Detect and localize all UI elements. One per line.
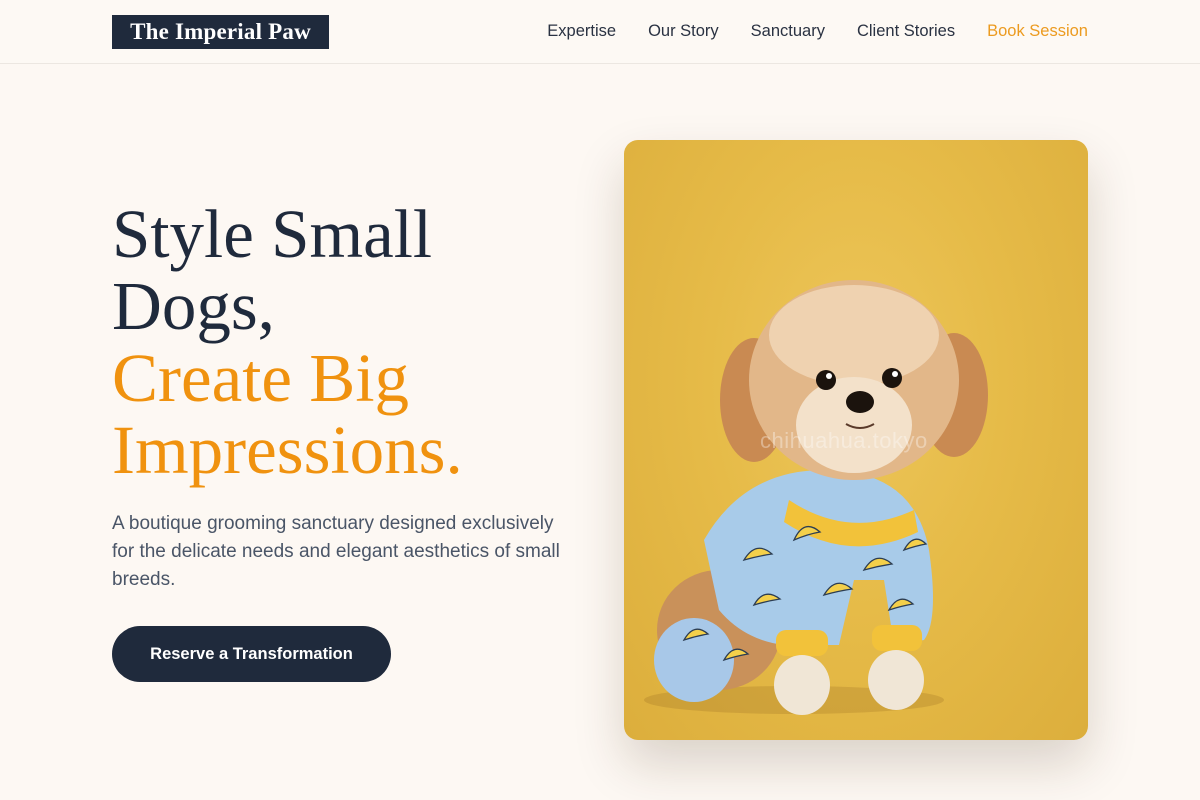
image-watermark: chihuahua.tokyo	[760, 428, 928, 453]
headline-accent-line: Create Big	[112, 340, 409, 416]
headline-line: Dogs,	[112, 268, 275, 344]
hero-dog-image: chihuahua.tokyo	[624, 140, 1088, 740]
nav-link-book-session[interactable]: Book Session	[987, 22, 1088, 41]
nav-link-expertise[interactable]: Expertise	[547, 22, 616, 41]
nav-link-our-story[interactable]: Our Story	[648, 22, 719, 41]
headline-accent-line: Impressions.	[112, 412, 463, 488]
logo[interactable]: The Imperial Paw	[112, 15, 329, 49]
nav-link-sanctuary[interactable]: Sanctuary	[751, 22, 825, 41]
main-nav: Expertise Our Story Sanctuary Client Sto…	[547, 0, 1088, 62]
hero-headline: Style Small Dogs, Create Big Impressions…	[112, 198, 582, 486]
hero-subtext: A boutique grooming sanctuary designed e…	[112, 513, 560, 590]
headline-line: Style Small	[112, 196, 433, 272]
site-header: The Imperial Paw Expertise Our Story San…	[0, 0, 1200, 64]
nav-link-client-stories[interactable]: Client Stories	[857, 22, 955, 41]
reserve-transformation-button[interactable]: Reserve a Transformation	[112, 626, 391, 682]
